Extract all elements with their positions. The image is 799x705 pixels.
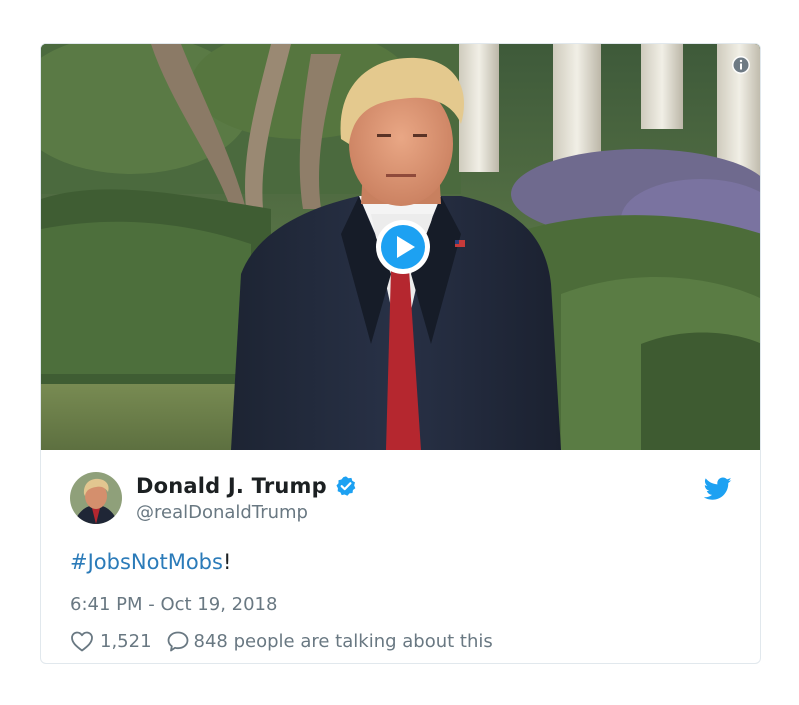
speech-bubble-icon [167,631,188,652]
hashtag-link[interactable]: #JobsNotMobs [70,550,223,574]
video-media[interactable] [41,44,760,450]
author-row[interactable]: Donald J. Trump [136,474,357,498]
conversation-link[interactable]: 848 people are talking about this [166,630,493,652]
twitter-bird-icon[interactable] [704,477,732,501]
like-button[interactable]: 1,521 [70,630,152,652]
author-handle[interactable]: @realDonaldTrump [136,502,308,523]
avatar[interactable] [70,472,122,524]
like-count: 1,521 [100,630,152,652]
heart-icon [71,631,93,652]
tweet-actions: 1,521 848 people are talking about this [70,630,493,652]
verified-badge-icon [336,476,356,496]
tweet-body: Donald J. Trump @realDonaldTrump #JobsNo… [41,450,760,663]
author-name[interactable]: Donald J. Trump [136,474,327,498]
tweet-text-suffix: ! [222,550,232,574]
tweet-timestamp[interactable]: 6:41 PM - Oct 19, 2018 [70,594,277,615]
info-icon[interactable] [731,55,751,75]
talking-about-text: 848 people are talking about this [193,630,493,652]
tweet-text: #JobsNotMobs! [70,550,231,574]
play-icon[interactable] [375,219,431,275]
embedded-tweet-card: Donald J. Trump @realDonaldTrump #JobsNo… [40,43,761,664]
